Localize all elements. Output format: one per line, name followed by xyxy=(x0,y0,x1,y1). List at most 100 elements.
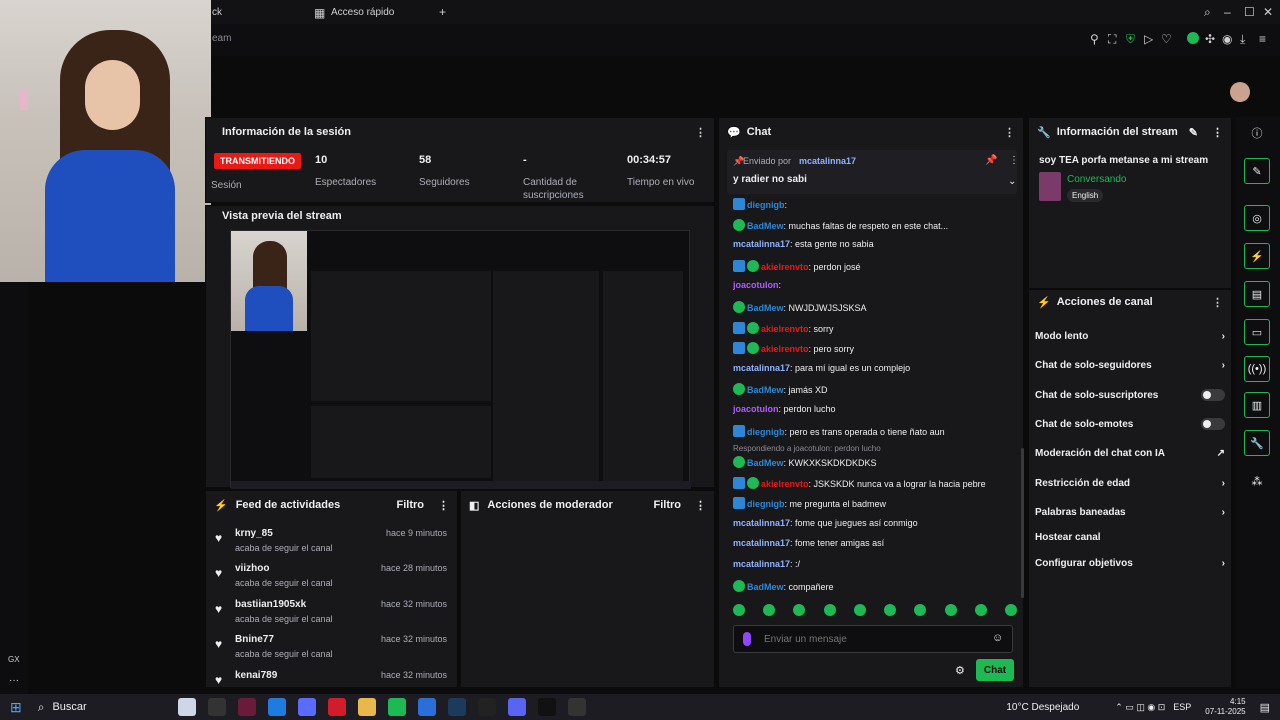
language-indicator[interactable]: ESP xyxy=(1173,702,1191,712)
chat-icon[interactable]: ▭ xyxy=(1244,319,1270,345)
chat-message[interactable]: BadMew: jamás XD xyxy=(733,383,828,396)
emote-icon[interactable] xyxy=(884,604,897,616)
tray-icons[interactable]: ⌃ ▭ ◫ ◉ ⊡ xyxy=(1115,702,1165,713)
kebab-menu-icon[interactable]: ⋮ xyxy=(438,499,449,512)
chat-username[interactable]: BadMew xyxy=(747,582,784,592)
minimize-icon[interactable]: – xyxy=(1224,5,1231,19)
unpin-icon[interactable]: 📌 xyxy=(985,155,997,166)
kebab-menu-icon[interactable]: ⋮ xyxy=(1212,126,1223,139)
puzzle-icon[interactable]: ✣ xyxy=(1205,32,1215,46)
emoji-icon[interactable]: ☺ xyxy=(992,632,1003,644)
chat-username[interactable]: diegnigb xyxy=(747,499,785,509)
chat-scrollbar[interactable] xyxy=(1021,448,1024,598)
new-tab-icon[interactable]: + xyxy=(439,5,446,19)
shield-icon[interactable]: ⛨ xyxy=(1126,32,1135,47)
kebab-menu-icon[interactable]: ⋮ xyxy=(695,499,706,512)
address-partial[interactable]: eam xyxy=(212,33,231,44)
notifications-icon[interactable]: ▤ xyxy=(1260,701,1270,714)
steam-icon[interactable] xyxy=(448,698,467,716)
stream-preview-video[interactable] xyxy=(230,230,691,489)
edge-icon[interactable] xyxy=(268,698,287,716)
avatar[interactable] xyxy=(1230,82,1250,102)
chat-username[interactable]: akielrenvto xyxy=(761,344,809,354)
chat-username[interactable]: BadMew xyxy=(747,385,784,395)
app-icon[interactable] xyxy=(238,698,257,716)
chat-message[interactable]: mcatalinna17: para mí igual es un comple… xyxy=(733,363,910,373)
chat-username[interactable]: diegnigb xyxy=(747,427,785,437)
chat-username[interactable]: mcatalinna17 xyxy=(733,363,790,373)
chat-message[interactable]: mcatalinna17: esta gente no sabia xyxy=(733,239,874,249)
action-subscribers-only[interactable]: Chat de solo-suscriptores xyxy=(1035,385,1225,405)
pinned-message[interactable]: 📌 Enviado por mcatalinna17 y radier no s… xyxy=(727,150,1019,194)
chat-message[interactable]: BadMew: KWKXKSKDKDKDKS xyxy=(733,456,877,468)
edit-pencil-icon[interactable]: ✎ xyxy=(1189,126,1198,139)
tab-quick-access[interactable]: Acceso rápido xyxy=(331,7,394,18)
chat-username[interactable]: joacotulon xyxy=(733,404,779,414)
windows-start-icon[interactable]: ⊞ xyxy=(10,699,22,716)
apps-icon[interactable]: ⁂ xyxy=(1244,468,1270,494)
chat-message[interactable]: mcatalinna17: :/ xyxy=(733,559,800,569)
search-icon[interactable]: ⌕ xyxy=(1204,5,1211,20)
mod-filter-button[interactable]: Filtro xyxy=(654,499,682,511)
folder-icon[interactable] xyxy=(358,698,377,716)
tiktok-icon[interactable] xyxy=(538,698,557,716)
wrench-icon[interactable]: 🔧 xyxy=(1244,430,1270,456)
action-emotes-only[interactable]: Chat de solo-emotes xyxy=(1035,414,1225,434)
heart-icon[interactable]: ♡ xyxy=(1161,32,1172,46)
chat-username[interactable]: diegnigb xyxy=(747,200,785,210)
kebab-menu-icon[interactable]: ⋮ xyxy=(1212,296,1223,309)
lightning-icon[interactable]: ⚡ xyxy=(1244,243,1270,269)
chat-message[interactable]: joacotulon: xyxy=(733,280,781,290)
play-icon[interactable]: ▷ xyxy=(1144,32,1153,46)
chevron-down-icon[interactable]: ⌄ xyxy=(1008,176,1016,187)
emote-icon[interactable] xyxy=(763,604,776,616)
action-host-channel[interactable]: Hostear canal xyxy=(1035,527,1225,547)
more-icon[interactable]: ··· xyxy=(9,675,19,686)
chat-username[interactable]: BadMew xyxy=(747,221,784,231)
chat-message[interactable]: akielrenvto: JSKSKDK nunca va a lograr l… xyxy=(733,476,986,489)
maximize-icon[interactable]: ☐ xyxy=(1244,5,1255,19)
chat-message[interactable]: akielrenvto: pero sorry xyxy=(733,342,854,355)
camera-icon[interactable]: ◉ xyxy=(1222,32,1232,46)
chat-username[interactable]: BadMew xyxy=(747,303,784,313)
chat-message[interactable]: joacotulon: perdon lucho xyxy=(733,404,836,414)
emote-icon[interactable] xyxy=(944,604,957,616)
chat-message[interactable]: mcatalinna17: fome que juegues así conmi… xyxy=(733,518,918,528)
download-icon[interactable]: ⤓ xyxy=(1240,32,1245,47)
kebab-menu-icon[interactable]: ⋮ xyxy=(1004,126,1015,139)
chat-message[interactable]: BadMew: compañere xyxy=(733,579,834,592)
document-icon[interactable]: ▤ xyxy=(1244,281,1270,307)
task-view-icon[interactable] xyxy=(208,698,227,716)
emote-icon[interactable] xyxy=(1004,604,1017,616)
feed-filter-button[interactable]: Filtro xyxy=(397,499,425,511)
store-icon[interactable] xyxy=(418,698,437,716)
action-followers-only[interactable]: Chat de solo-seguidores › xyxy=(1035,355,1225,375)
chat-username[interactable]: joacotulon xyxy=(733,280,779,290)
epic-icon[interactable] xyxy=(478,698,497,716)
clock[interactable]: 4:15 07-11-2025 xyxy=(1205,697,1245,717)
edit-icon[interactable]: ✎ xyxy=(1244,158,1270,184)
search-icon[interactable]: ⌕ xyxy=(38,700,45,715)
chat-username[interactable]: mcatalinna17 xyxy=(733,538,790,548)
chat-message[interactable]: mcatalinna17: fome tener amigas así xyxy=(733,538,884,548)
chat-username[interactable]: akielrenvto xyxy=(761,479,809,489)
action-banned-words[interactable]: Palabras baneadas › xyxy=(1035,502,1225,522)
chat-message[interactable]: BadMew: muchas faltas de respeto en este… xyxy=(733,218,948,231)
emote-icon[interactable] xyxy=(733,604,745,616)
chat-message[interactable]: diegnigb: xyxy=(733,198,787,210)
copilot-icon[interactable] xyxy=(298,698,317,716)
opera-icon[interactable] xyxy=(328,698,347,716)
action-configure-goals[interactable]: Configurar objetivos › xyxy=(1035,553,1225,573)
stream-category[interactable]: Conversando xyxy=(1067,174,1126,185)
widget-icon[interactable] xyxy=(178,698,197,716)
toggle-switch[interactable] xyxy=(1201,418,1225,430)
chat-username[interactable]: mcatalinna17 xyxy=(733,518,790,528)
weather-text[interactable]: 10°C Despejado xyxy=(1006,702,1079,713)
chat-message[interactable]: akielrenvto: sorry xyxy=(733,321,834,334)
spotify-icon[interactable] xyxy=(388,698,407,716)
chat-username[interactable]: akielrenvto xyxy=(761,324,809,334)
layout-icon[interactable]: ▥ xyxy=(1244,392,1270,418)
settings-gear-icon[interactable]: ⚙ xyxy=(955,664,965,677)
info-icon[interactable]: ⓘ xyxy=(1244,120,1270,146)
gx-label[interactable]: GX xyxy=(8,655,20,664)
